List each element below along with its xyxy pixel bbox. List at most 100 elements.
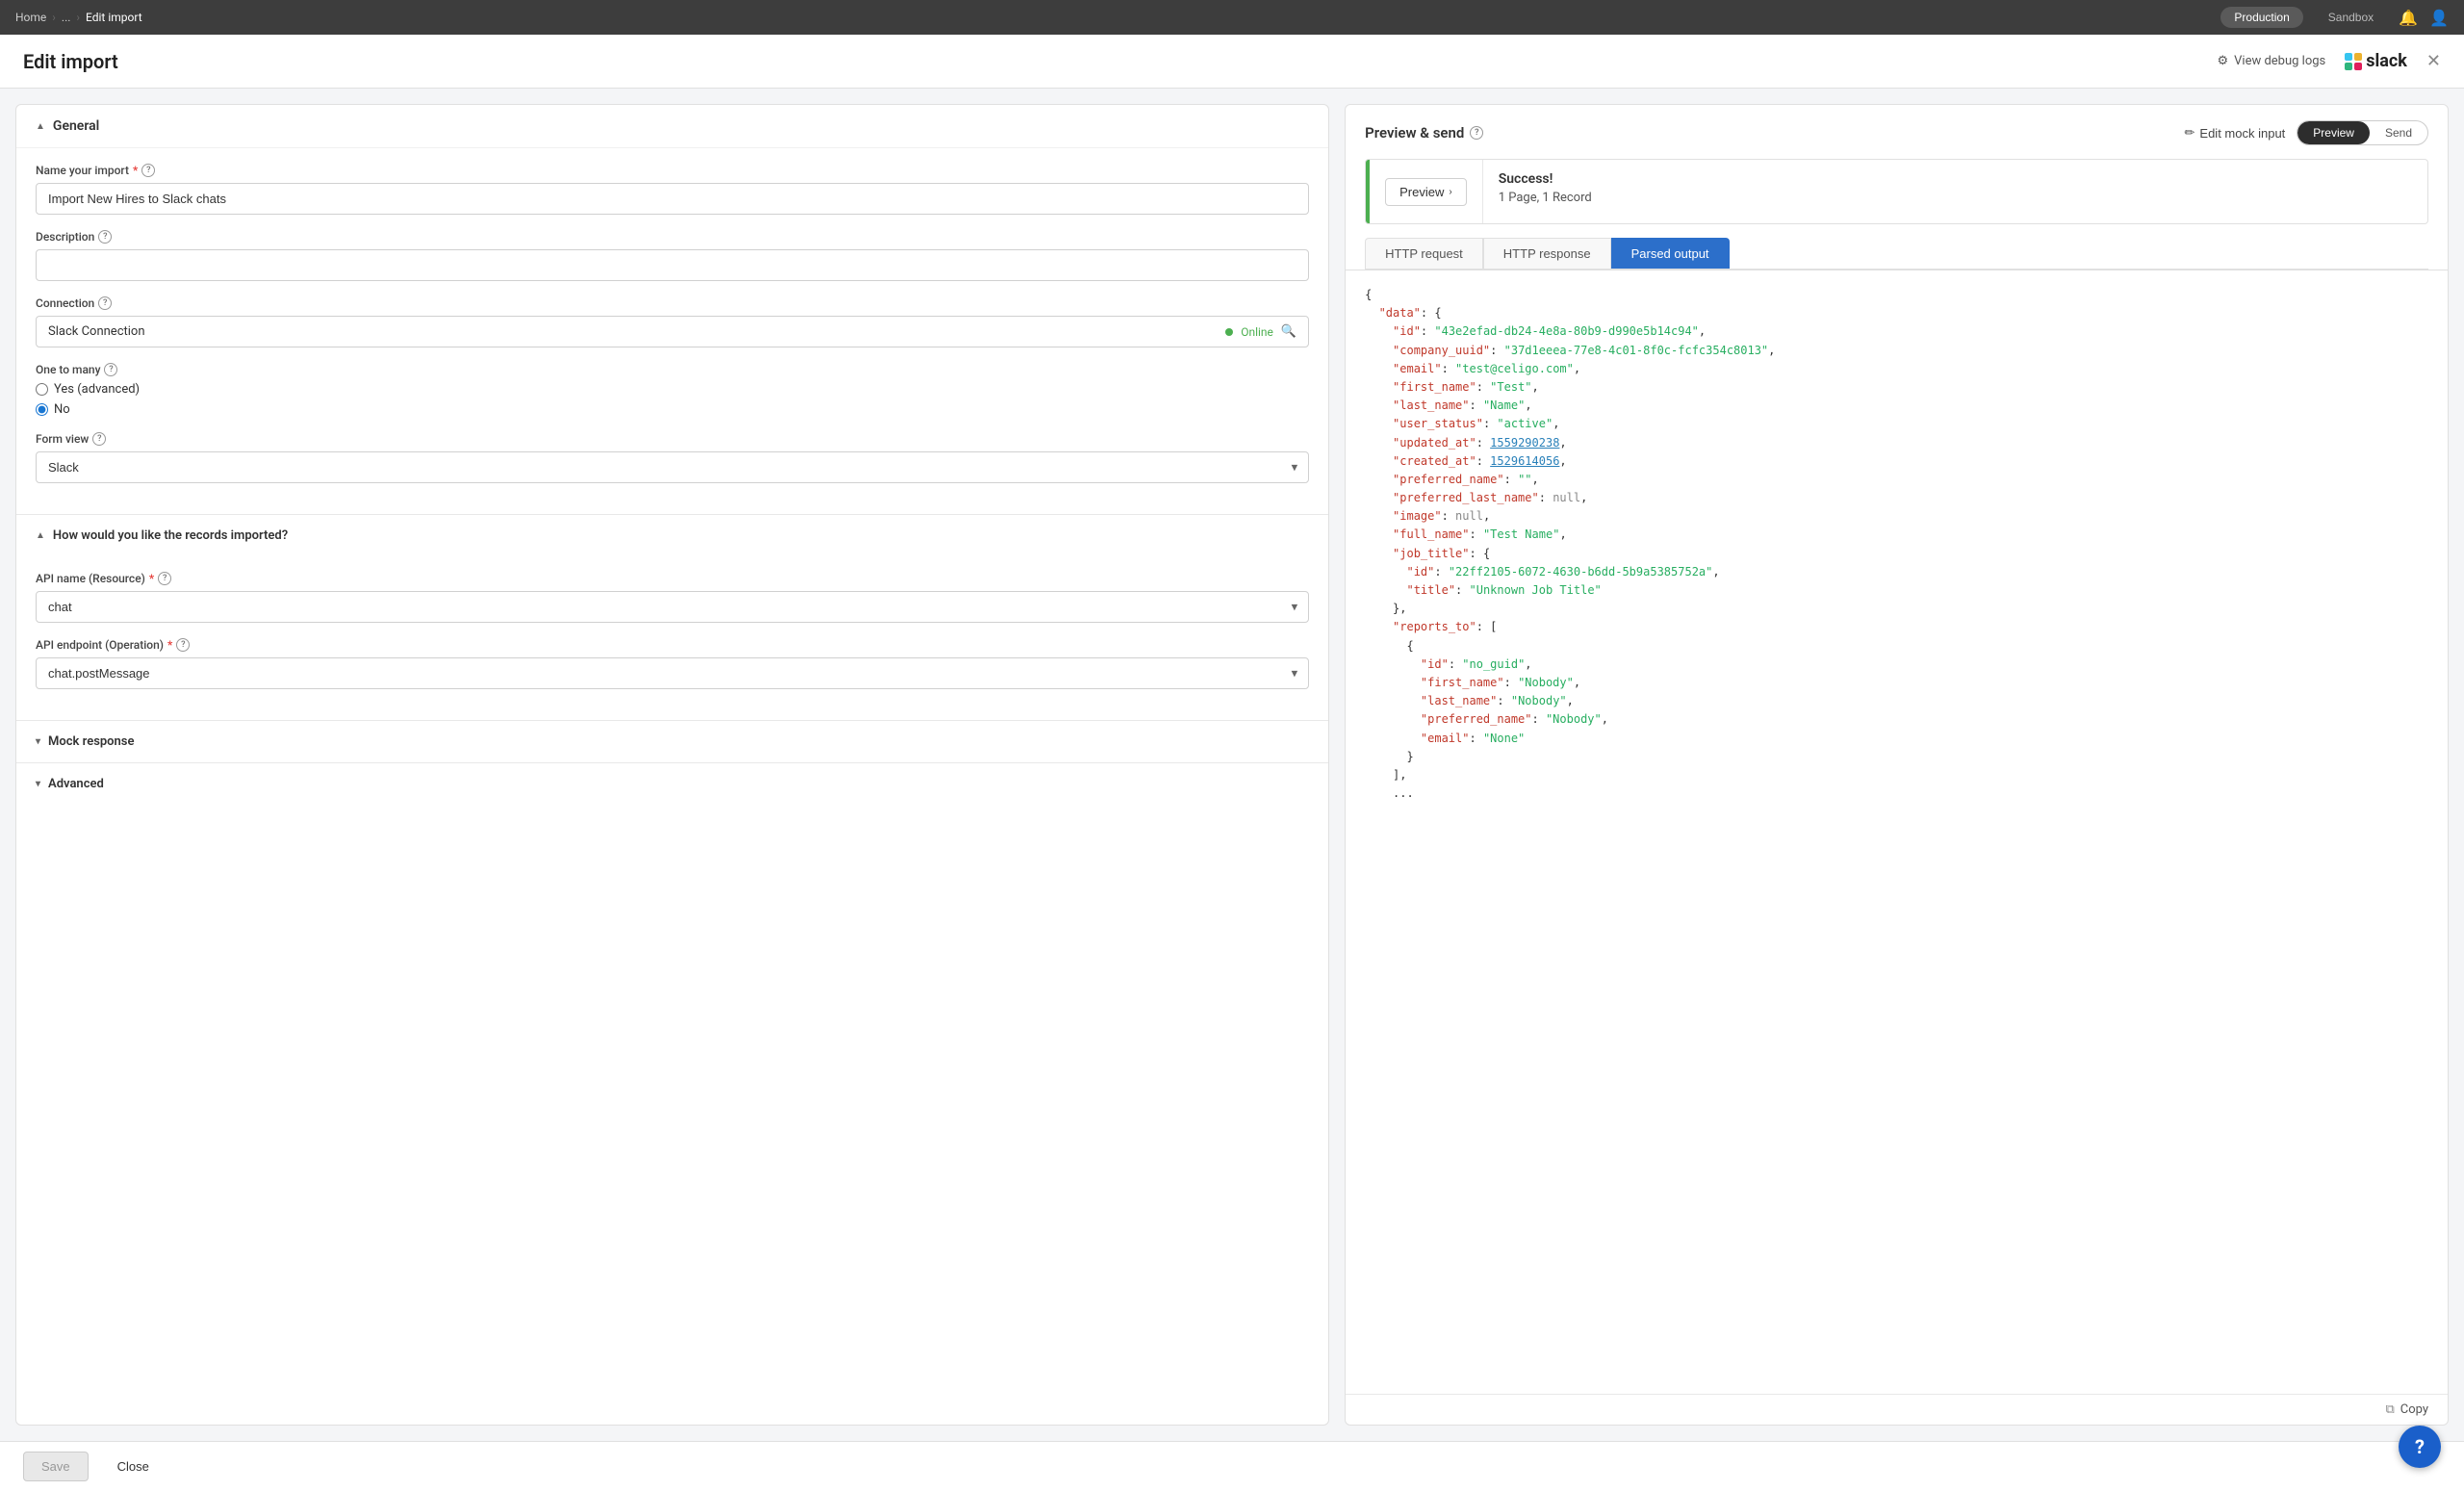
breadcrumb-home[interactable]: Home [15,11,46,24]
connection-label: Connection ? [36,296,1309,310]
slack-sq-yellow [2354,53,2362,61]
import-section-header[interactable]: ▲ How would you like the records importe… [16,514,1328,556]
general-section-label: General [53,118,99,134]
breadcrumb-more[interactable]: ... [62,11,71,24]
tab-parsed-output[interactable]: Parsed output [1611,238,1730,269]
page-footer: Save Close [0,1441,2464,1491]
slack-sq-green [2345,63,2352,70]
preview-action-button[interactable]: Preview › [1385,178,1467,206]
api-name-label: API name (Resource) * ? [36,572,1309,585]
api-endpoint-select-wrapper: chat.postMessage [36,657,1309,689]
api-endpoint-field-group: API endpoint (Operation) * ? chat.postMe… [36,638,1309,689]
slack-sq-teal1 [2345,53,2352,61]
breadcrumb-sep1: › [52,11,56,24]
debug-logs-link[interactable]: ⚙ View debug logs [2217,54,2325,68]
connection-help-icon[interactable]: ? [98,296,112,310]
general-chevron-icon: ▲ [36,121,45,132]
mock-response-chevron-icon: ▾ [36,736,40,747]
online-text: Online [1241,325,1273,339]
name-label: Name your import * ? [36,164,1309,177]
radio-no-label: No [54,402,70,417]
form-view-select[interactable]: Slack [36,451,1309,483]
breadcrumb-current: Edit import [86,11,142,24]
form-view-label: Form view ? [36,432,1309,446]
help-bubble[interactable]: ? [2399,1426,2441,1468]
preview-status-bar: Preview › Success! 1 Page, 1 Record [1365,159,2428,224]
advanced-header[interactable]: ▾ Advanced [16,762,1328,805]
radio-yes[interactable]: Yes (advanced) [36,382,1309,397]
copy-icon[interactable]: ⧉ [2385,1402,2394,1417]
api-endpoint-label: API endpoint (Operation) * ? [36,638,1309,652]
search-icon[interactable]: 🔍 [1281,324,1296,339]
close-button-footer[interactable]: Close [100,1452,167,1480]
name-field-group: Name your import * ? [36,164,1309,215]
radio-yes-label: Yes (advanced) [54,382,140,397]
name-help-icon[interactable]: ? [141,164,155,177]
tab-http-request[interactable]: HTTP request [1365,238,1483,269]
success-text: Success! [1499,171,2412,187]
user-icon[interactable]: 👤 [2429,9,2449,27]
slack-label: slack [2366,51,2407,71]
preview-send-toggle: Preview Send [2297,120,2428,145]
page-title: Edit import [23,50,118,73]
notification-icon[interactable]: 🔔 [2399,9,2418,27]
form-view-help-icon[interactable]: ? [92,432,106,446]
one-to-many-help-icon[interactable]: ? [104,363,117,376]
save-button[interactable]: Save [23,1452,89,1481]
radio-yes-input[interactable] [36,383,48,396]
api-endpoint-required: * [167,638,172,652]
preview-toggle-button[interactable]: Preview [2297,121,2370,144]
api-name-required: * [149,572,154,585]
connection-field-group: Connection ? Slack Connection Online 🔍 [36,296,1309,347]
json-open-brace: { [1365,288,1372,301]
tab-http-response[interactable]: HTTP response [1483,238,1611,269]
updated-at-value[interactable]: 1559290238 [1490,436,1559,450]
breadcrumb-sep2: › [76,11,80,24]
radio-no-input[interactable] [36,403,48,416]
edit-mock-input-button[interactable]: ✏ Edit mock input [2185,125,2286,141]
record-text: 1 Page, 1 Record [1499,191,2412,205]
api-endpoint-select[interactable]: chat.postMessage [36,657,1309,689]
preview-send-help-icon[interactable]: ? [1470,126,1483,140]
mock-response-label: Mock response [48,734,134,749]
api-name-field-group: API name (Resource) * ? chat [36,572,1309,623]
connection-field[interactable]: Slack Connection Online 🔍 [36,316,1309,347]
left-panel: ▲ General Name your import * ? Descripti… [15,104,1329,1426]
breadcrumb: Home › ... › Edit import [15,11,142,24]
top-nav: Home › ... › Edit import Production Sand… [0,0,2464,35]
send-toggle-button[interactable]: Send [2370,121,2427,144]
description-input[interactable] [36,249,1309,281]
radio-no[interactable]: No [36,402,1309,417]
api-name-help-icon[interactable]: ? [158,572,171,585]
one-to-many-field-group: One to many ? Yes (advanced) No [36,363,1309,417]
api-endpoint-help-icon[interactable]: ? [176,638,190,652]
one-to-many-radio-group: Yes (advanced) No [36,382,1309,417]
production-env-button[interactable]: Production [2220,7,2302,28]
preview-arrow-icon: › [1449,187,1451,197]
advanced-label: Advanced [48,777,104,791]
copy-label[interactable]: Copy [2400,1402,2428,1417]
general-section-header[interactable]: ▲ General [16,105,1328,148]
top-nav-right: Production Sandbox 🔔 👤 [2220,7,2449,28]
page-header: Edit import ⚙ View debug logs slack ✕ [0,35,2464,89]
right-panel-header: Preview & send ? ✏ Edit mock input Previ… [1346,105,2448,145]
created-at-value[interactable]: 1529614056 [1490,454,1559,468]
description-help-icon[interactable]: ? [98,230,112,244]
connection-left: Slack Connection [48,324,145,339]
debug-logs-icon: ⚙ [2217,54,2228,68]
close-button[interactable]: ✕ [2426,51,2441,71]
api-name-select[interactable]: chat [36,591,1309,623]
slack-logo-icon [2345,53,2362,70]
preview-send-title: Preview & send ? [1365,124,1483,141]
mock-response-header[interactable]: ▾ Mock response [16,720,1328,762]
slack-sq-pink [2354,63,2362,70]
import-section-body: API name (Resource) * ? chat API endpoin… [16,556,1328,720]
preview-btn-area: Preview › [1370,160,1483,223]
json-data-key: "data" [1379,306,1421,320]
json-output: { "data": { "id": "43e2efad-db24-4e8a-80… [1346,270,2448,1394]
name-input[interactable] [36,183,1309,215]
sandbox-env-button[interactable]: Sandbox [2315,7,2387,28]
right-panel-controls: ✏ Edit mock input Preview Send [2185,120,2429,145]
right-panel: Preview & send ? ✏ Edit mock input Previ… [1345,104,2449,1426]
form-view-field-group: Form view ? Slack [36,432,1309,483]
